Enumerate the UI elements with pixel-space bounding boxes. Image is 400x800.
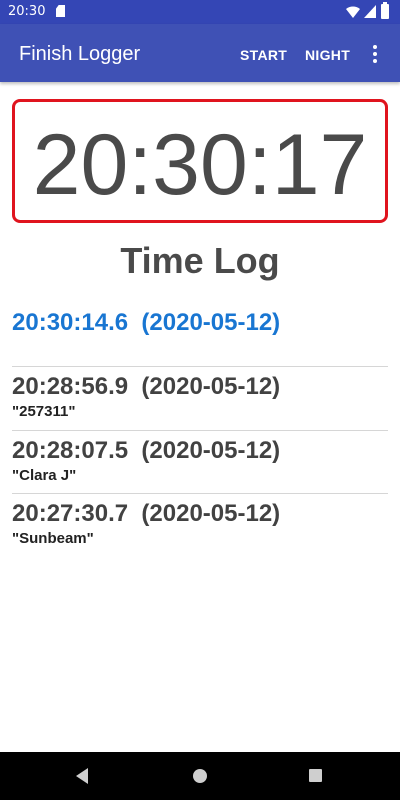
log-entry[interactable]: 20:27:30.7 (2020-05-12) "Sunbeam" [12, 500, 388, 547]
night-button[interactable]: NIGHT [305, 47, 350, 63]
log-entry-time: 20:27:30.7 (2020-05-12) [12, 500, 281, 527]
divider [12, 430, 388, 431]
overflow-menu-icon[interactable] [371, 45, 379, 63]
log-entry[interactable]: 20:28:56.9 (2020-05-12) "257311" [12, 373, 388, 420]
log-entry[interactable]: 20:28:07.5 (2020-05-12) "Clara J" [12, 437, 388, 484]
recents-icon[interactable] [309, 769, 322, 782]
log-entry-time: 20:28:56.9 (2020-05-12) [12, 373, 281, 400]
time-log-title: Time Log [120, 240, 280, 281]
current-entry-time: 20:30:14.6 (2020-05-12) [12, 309, 281, 336]
wifi-icon [346, 6, 360, 18]
current-log-entry[interactable]: 20:30:14.6 (2020-05-12) [12, 309, 388, 337]
home-icon[interactable] [193, 769, 207, 783]
battery-icon [381, 2, 389, 19]
signal-icon [364, 5, 376, 18]
start-button[interactable]: START [240, 47, 287, 63]
log-entry-label: "257311" [12, 403, 76, 420]
app-title: Finish Logger [19, 43, 141, 65]
divider [12, 493, 388, 494]
log-entry-label: "Sunbeam" [12, 530, 94, 547]
log-entry-label: "Clara J" [12, 467, 77, 484]
clock-display[interactable]: 20:30:17 [12, 99, 388, 223]
status-time: 20:30 [8, 4, 46, 19]
navigation-bar [0, 752, 400, 800]
status-bar: 20:30 [0, 0, 400, 24]
log-entry-time: 20:28:07.5 (2020-05-12) [12, 437, 281, 464]
sd-card-icon [56, 5, 65, 17]
app-bar: Finish Logger START NIGHT [0, 24, 400, 82]
clock-time: 20:30:17 [32, 117, 368, 213]
divider [12, 366, 388, 367]
back-icon[interactable] [76, 768, 88, 784]
